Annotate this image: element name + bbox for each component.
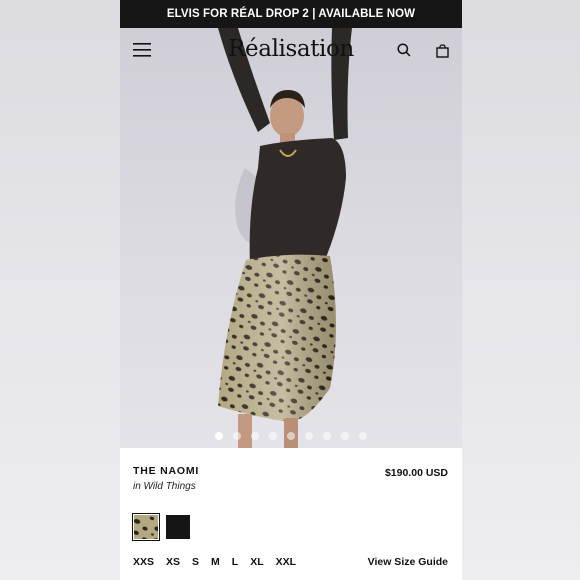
product-image-gallery[interactable]: Réalisation (120, 28, 462, 448)
size-option-xl[interactable]: XL (250, 556, 263, 568)
carousel-dot-2[interactable] (233, 432, 241, 440)
search-icon[interactable] (394, 40, 414, 60)
product-collection[interactable]: in Wild Things (133, 481, 196, 492)
carousel-dot-8[interactable] (341, 432, 349, 440)
carousel-dots (120, 432, 462, 440)
size-option-xs[interactable]: XS (166, 556, 180, 568)
product-info: THE NAOMI in Wild Things $190.00 USD XXS… (120, 448, 462, 580)
carousel-dot-3[interactable] (251, 432, 259, 440)
swatch-leopard[interactable] (132, 513, 160, 541)
size-selector: XXS XS S M L XL XXL (133, 556, 296, 568)
size-option-m[interactable]: M (211, 556, 220, 568)
carousel-dot-4[interactable] (269, 432, 277, 440)
carousel-dot-6[interactable] (305, 432, 313, 440)
size-option-xxs[interactable]: XXS (133, 556, 154, 568)
carousel-dot-1[interactable] (215, 432, 223, 440)
product-name: THE NAOMI (133, 465, 200, 477)
product-page: ELVIS FOR RÉAL DROP 2 | AVAILABLE NOW Ré… (120, 0, 462, 580)
leopard-swatch-image (134, 515, 158, 539)
carousel-dot-7[interactable] (323, 432, 331, 440)
announcement-bar[interactable]: ELVIS FOR RÉAL DROP 2 | AVAILABLE NOW (120, 0, 462, 28)
size-option-l[interactable]: L (232, 556, 238, 568)
shopping-bag-icon[interactable] (432, 41, 452, 61)
size-option-s[interactable]: S (192, 556, 199, 568)
carousel-dot-9[interactable] (359, 432, 367, 440)
product-price: $190.00 USD (384, 467, 448, 479)
swatch-black[interactable] (166, 515, 190, 539)
announcement-text[interactable]: ELVIS FOR RÉAL DROP 2 | AVAILABLE NOW (167, 8, 415, 20)
size-option-xxl[interactable]: XXL (276, 556, 296, 568)
carousel-dot-5[interactable] (287, 432, 295, 440)
view-size-guide-link[interactable]: View Size Guide (368, 556, 448, 568)
product-photo (218, 28, 352, 448)
